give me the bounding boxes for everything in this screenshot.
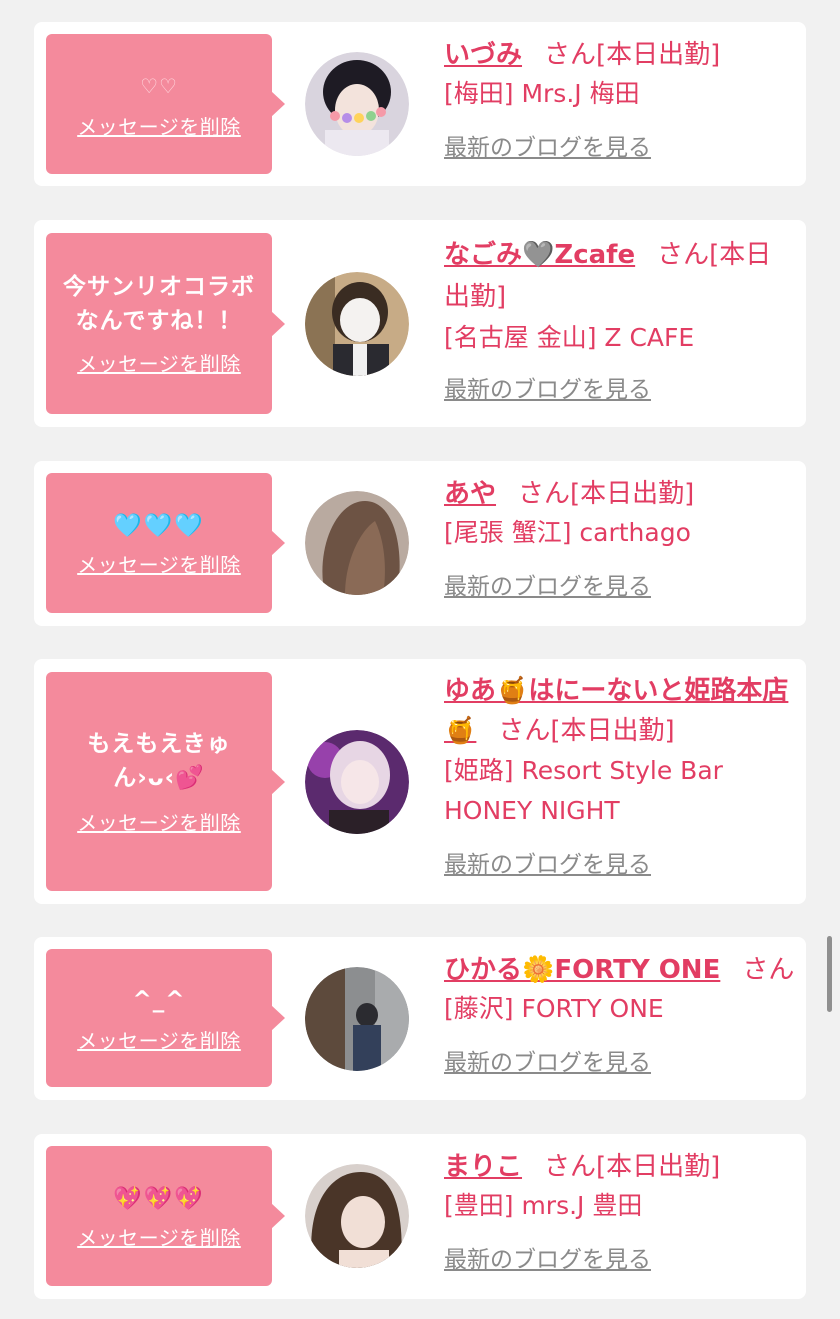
honorific: さん: [498, 716, 551, 746]
shop-name: [梅田] Mrs.J 梅田: [444, 79, 640, 108]
cast-info: ひかる🌼FORTY ONE さん [藤沢] FORTY ONE 最新のブログを見る: [444, 951, 796, 1077]
message-bubble: 今サンリオコラボなんですね！！ メッセージを削除: [46, 233, 285, 414]
shop-name: [姫路] Resort Style Bar HONEY NIGHT: [444, 756, 723, 825]
shop-name: [名古屋 金山] Z CAFE: [444, 323, 695, 352]
message-bubble: ♡♡ メッセージを削除: [46, 34, 285, 174]
delete-message-link[interactable]: メッセージを削除: [77, 1222, 241, 1251]
cast-name-line: いづみ さん[本日出勤]: [444, 36, 796, 74]
latest-blog-link[interactable]: 最新のブログを見る: [444, 567, 796, 601]
avatar[interactable]: [305, 272, 409, 376]
honorific: さん: [518, 479, 571, 509]
message-text: ♡♡: [140, 73, 178, 98]
message-card: もえもえきゅん›ᴗ‹💕 メッセージを削除 ゆあ🍯はにーないと姫路本店🍯 さん[本日…: [34, 659, 806, 904]
attendance-status: [本日出勤]: [570, 479, 695, 509]
avatar[interactable]: [305, 967, 409, 1071]
message-bubble: ^_^ メッセージを削除: [46, 949, 285, 1087]
cast-info: あや さん[本日出勤] [尾張 蟹江] carthago 最新のブログを見る: [444, 475, 796, 601]
message-bubble: もえもえきゅん›ᴗ‹💕 メッセージを削除: [46, 672, 285, 891]
latest-blog-link[interactable]: 最新のブログを見る: [444, 128, 796, 162]
shop-name: [尾張 蟹江] carthago: [444, 518, 691, 547]
message-text: 🩵🩵🩵: [113, 512, 205, 539]
cast-name-line: ひかる🌼FORTY ONE さん: [444, 951, 796, 989]
attendance-status: [本日出勤]: [550, 716, 675, 746]
avatar[interactable]: [305, 491, 409, 595]
avatar[interactable]: [305, 730, 409, 834]
cast-name-line: まりこ さん[本日出勤]: [444, 1148, 796, 1186]
delete-message-link[interactable]: メッセージを削除: [77, 549, 241, 578]
cast-name-line: なごみ🩶Zcafe さん[本日出勤]: [444, 234, 796, 318]
cast-info: いづみ さん[本日出勤] [梅田] Mrs.J 梅田 最新のブログを見る: [444, 36, 796, 162]
cast-name-line: ゆあ🍯はにーないと姫路本店🍯 さん[本日出勤]: [444, 671, 796, 751]
cast-name-link[interactable]: まりこ: [444, 1152, 522, 1182]
delete-message-link[interactable]: メッセージを削除: [77, 807, 241, 836]
message-text: 今サンリオコラボなんですね！！: [63, 274, 255, 334]
cast-name-link[interactable]: なごみ🩶Zcafe: [444, 240, 635, 270]
avatar[interactable]: [305, 52, 409, 156]
message-text: 💖💖💖: [113, 1185, 205, 1212]
honorific: さん: [544, 40, 597, 70]
scrollbar[interactable]: [827, 936, 832, 1012]
cast-info: なごみ🩶Zcafe さん[本日出勤] [名古屋 金山] Z CAFE 最新のブログ…: [444, 234, 796, 404]
message-card: 🩵🩵🩵 メッセージを削除 あや さん[本日出勤] [尾張 蟹江] carthago…: [34, 461, 806, 626]
cast-name-line: あや さん[本日出勤]: [444, 475, 796, 513]
message-text: もえもえきゅん›ᴗ‹💕: [87, 731, 231, 791]
shop-name: [豊田] mrs.J 豊田: [444, 1191, 643, 1220]
delete-message-link[interactable]: メッセージを削除: [77, 348, 241, 377]
latest-blog-link[interactable]: 最新のブログを見る: [444, 845, 796, 879]
honorific: さん: [544, 1152, 597, 1182]
message-card: 💖💖💖 メッセージを削除 まりこ さん[本日出勤] [豊田] mrs.J 豊田 最…: [34, 1134, 806, 1299]
message-bubble: 💖💖💖 メッセージを削除: [46, 1146, 285, 1286]
avatar[interactable]: [305, 1164, 409, 1268]
message-card: ♡♡ メッセージを削除 いづみ さん[本日出勤] [梅田] Mrs.J 梅田 最新…: [34, 22, 806, 186]
attendance-status: [本日出勤]: [596, 1152, 721, 1182]
latest-blog-link[interactable]: 最新のブログを見る: [444, 370, 796, 404]
honorific: さん: [742, 955, 795, 985]
latest-blog-link[interactable]: 最新のブログを見る: [444, 1043, 796, 1077]
cast-info: まりこ さん[本日出勤] [豊田] mrs.J 豊田 最新のブログを見る: [444, 1148, 796, 1274]
latest-blog-link[interactable]: 最新のブログを見る: [444, 1240, 796, 1274]
shop-name: [藤沢] FORTY ONE: [444, 994, 664, 1023]
cast-name-link[interactable]: いづみ: [444, 40, 522, 70]
honorific: さん: [657, 240, 710, 270]
cast-name-link[interactable]: ひかる🌼FORTY ONE: [444, 955, 720, 985]
message-text: ^_^: [132, 986, 186, 1013]
message-bubble: 🩵🩵🩵 メッセージを削除: [46, 473, 285, 613]
cast-name-link[interactable]: あや: [444, 479, 496, 509]
message-card: ^_^ メッセージを削除 ひかる🌼FORTY ONE さん [藤沢] FORTY …: [34, 937, 806, 1100]
delete-message-link[interactable]: メッセージを削除: [77, 111, 241, 140]
delete-message-link[interactable]: メッセージを削除: [77, 1025, 241, 1054]
cast-info: ゆあ🍯はにーないと姫路本店🍯 さん[本日出勤] [姫路] Resort Style…: [444, 671, 796, 879]
message-card: 今サンリオコラボなんですね！！ メッセージを削除 なごみ🩶Zcafe さん[本日出…: [34, 220, 806, 427]
attendance-status: [本日出勤]: [596, 40, 721, 70]
